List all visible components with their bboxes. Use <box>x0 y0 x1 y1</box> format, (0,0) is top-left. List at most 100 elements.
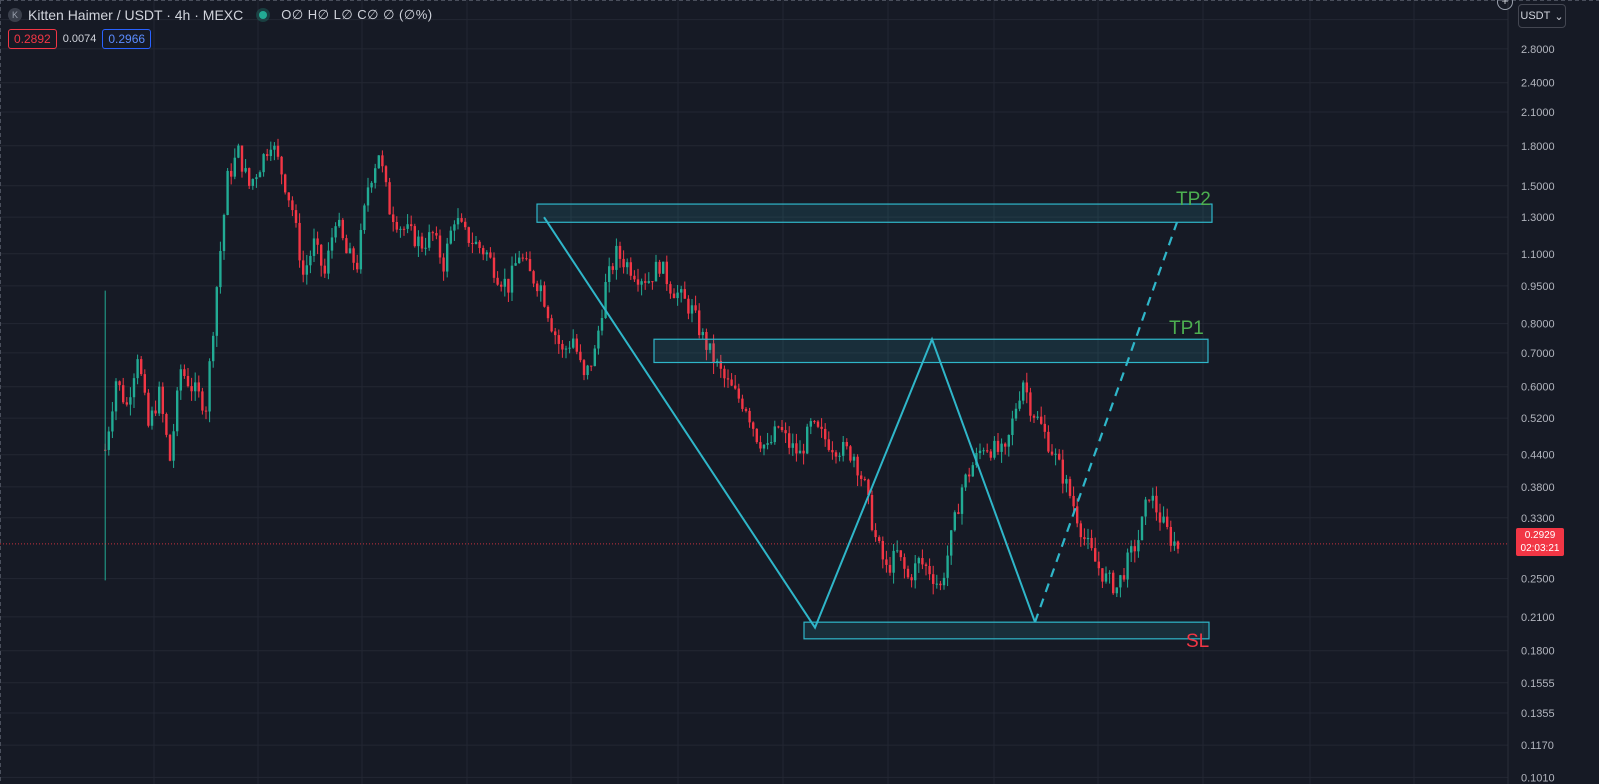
candle-body <box>914 563 917 581</box>
candle-body <box>1022 382 1025 401</box>
candle-body <box>294 210 298 223</box>
candle-body <box>420 236 424 249</box>
candle-body <box>410 224 413 227</box>
candle-body <box>471 242 474 244</box>
candle-body <box>777 426 780 428</box>
candle-body <box>428 232 431 248</box>
candle-body <box>1122 575 1126 580</box>
buy-price-button[interactable]: 0.2966 <box>102 29 152 49</box>
candle-body <box>1126 552 1129 580</box>
candle-body <box>320 244 323 266</box>
candle-body <box>1140 516 1144 541</box>
candle-body <box>737 388 740 399</box>
candle-body <box>690 305 694 314</box>
candle-body <box>244 168 247 172</box>
candle-body <box>870 494 874 531</box>
chart-container[interactable]: 3.20002.80002.40002.10001.80001.50001.30… <box>0 0 1599 784</box>
candle-body <box>694 305 697 311</box>
candle-body <box>820 426 823 429</box>
candle-body <box>478 241 481 249</box>
candle-body <box>795 443 798 454</box>
candle-body <box>345 238 348 254</box>
candle-body <box>381 155 384 167</box>
candle-body <box>806 426 809 454</box>
candle-body <box>150 410 154 426</box>
candle-body <box>842 441 845 456</box>
candle-body <box>1090 537 1093 549</box>
candle-body <box>230 170 233 177</box>
candle-body <box>636 279 640 285</box>
candle-body <box>1007 434 1010 447</box>
y-tick-label: 0.1010 <box>1521 772 1555 784</box>
candle-body <box>510 265 514 293</box>
price-chart[interactable]: 3.20002.80002.40002.10001.80001.50001.30… <box>0 0 1599 784</box>
candle-body <box>629 262 632 276</box>
candle-body <box>1158 512 1162 523</box>
candle-body <box>204 410 208 412</box>
candle-body <box>539 285 542 292</box>
candle-body <box>453 224 456 231</box>
candle-body <box>680 289 683 293</box>
candle-body <box>582 360 586 376</box>
candle-body <box>723 368 726 379</box>
candle-body <box>500 284 503 287</box>
candle-body <box>352 248 355 263</box>
candle-body <box>730 379 733 386</box>
candle-body <box>190 386 193 392</box>
candle-body <box>741 398 744 409</box>
candle-body <box>1108 572 1111 574</box>
candle-body <box>388 182 391 215</box>
candle-body <box>586 365 589 376</box>
sell-price-button[interactable]: 0.2892 <box>8 29 57 49</box>
currency-label: USDT <box>1520 10 1551 22</box>
candle-body <box>1148 499 1151 501</box>
candle-body <box>442 257 445 272</box>
y-tick-label: 1.3000 <box>1521 212 1555 224</box>
candle-body <box>489 252 492 258</box>
candle-body <box>449 230 452 244</box>
candle-body <box>964 474 967 488</box>
candle-body <box>600 318 604 331</box>
symbol-legend: K Kitten Haimer / USDT · 4h · MEXC O∅ H∅… <box>8 6 433 24</box>
candle-body <box>431 232 434 234</box>
candle-body <box>1040 416 1043 424</box>
candle-body <box>838 455 841 457</box>
candle-body <box>644 281 647 283</box>
candle-body <box>942 577 946 586</box>
candle-body <box>507 278 510 293</box>
candle-body <box>219 251 222 288</box>
candle-body <box>212 335 215 362</box>
candle-body <box>161 386 164 414</box>
candle-body <box>658 261 661 274</box>
symbol-title[interactable]: Kitten Haimer / USDT · 4h · MEXC <box>28 7 243 23</box>
currency-selector[interactable]: USDT ⌄ <box>1518 4 1566 28</box>
y-tick-label: 0.3800 <box>1521 482 1555 494</box>
candle-body <box>482 248 485 255</box>
candle-body <box>1130 546 1133 553</box>
candle-body <box>568 347 571 349</box>
candle-body <box>827 439 830 450</box>
candle-body <box>863 478 866 480</box>
candle-body <box>136 359 139 379</box>
candle-body <box>791 443 794 448</box>
candle-body <box>1162 516 1165 523</box>
candle-body <box>921 558 924 565</box>
chart-background <box>0 0 1599 784</box>
candle-body <box>114 381 118 412</box>
candle-body <box>683 289 686 299</box>
candle-body <box>892 550 895 573</box>
candle-body <box>597 330 600 349</box>
candle-body <box>132 378 136 398</box>
candle-body <box>910 577 913 581</box>
candle-body <box>240 145 244 172</box>
candle-body <box>1054 453 1057 455</box>
candle-body <box>662 261 665 274</box>
candle-body <box>237 145 240 158</box>
candle-body <box>248 168 251 186</box>
candle-body <box>888 564 892 573</box>
y-tick-label: 0.1170 <box>1521 740 1554 752</box>
candle-body <box>1119 575 1122 588</box>
candle-body <box>222 214 226 252</box>
candle-body <box>950 530 953 556</box>
candle-body <box>309 255 312 266</box>
